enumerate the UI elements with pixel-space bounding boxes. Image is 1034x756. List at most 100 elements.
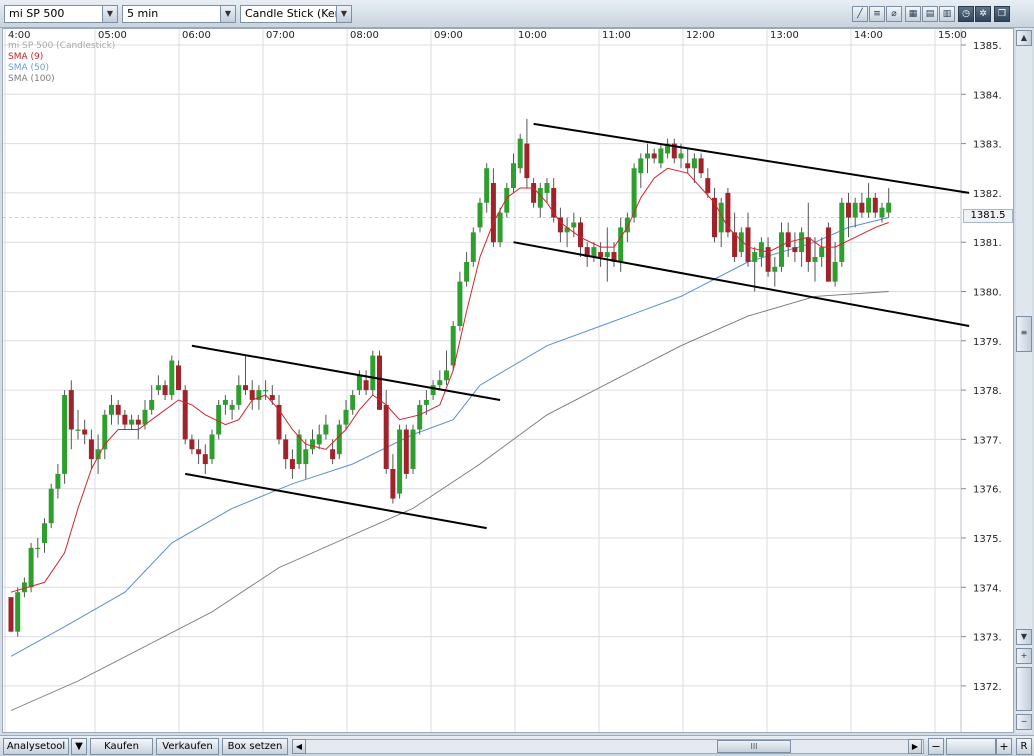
fibonacci-tool-icon[interactable]: ⌀ <box>886 6 902 22</box>
candle-body <box>403 429 409 474</box>
y-tick-label: 1381. <box>973 238 1002 249</box>
scroll-down-icon[interactable]: ▼ <box>1016 629 1032 645</box>
candle-body <box>249 390 255 400</box>
y-tick-label: 1372. <box>973 682 1002 693</box>
buy-button[interactable]: Kaufen <box>90 738 153 755</box>
candlestick-chart[interactable]: 1372. 1373. 1374. 1375. 1376. 1377. 1378. 1379.… <box>3 29 1013 732</box>
candle-body <box>62 395 68 474</box>
chart-style-select[interactable]: Candle Stick (Kerze ▼ <box>240 5 352 23</box>
channel-tool-icon[interactable]: ≡ <box>869 6 885 22</box>
legend-sma9: SMA (9) <box>8 52 44 62</box>
x-tick-label: 10:00 <box>518 30 547 41</box>
candle-body <box>832 261 838 282</box>
chevron-down-icon[interactable]: ▼ <box>71 738 87 755</box>
x-tick-label: 07:00 <box>266 30 295 41</box>
candle-body <box>169 360 175 396</box>
symbol-value: mi SP 500 <box>9 7 65 20</box>
vertical-scrollbar[interactable]: ▲ ≡ ▼ + − <box>1016 28 1032 733</box>
analysis-tool-button[interactable]: Analysetool <box>3 738 69 755</box>
candle-body <box>222 399 228 405</box>
candle-body <box>618 227 624 262</box>
chart-area[interactable]: 1372. 1373. 1374. 1375. 1376. 1377. 1378. 1379.… <box>2 28 1014 733</box>
grid-layout-icon[interactable]: ▦ <box>905 6 921 22</box>
scroll-left-icon[interactable]: ◀ <box>292 739 306 754</box>
candle-body <box>651 153 657 159</box>
sell-button[interactable]: Verkaufen <box>156 738 219 755</box>
horizontal-scroll-thumb[interactable]: III <box>717 740 791 753</box>
zoom-out-time-icon[interactable]: − <box>928 738 944 755</box>
candle-body <box>122 414 128 425</box>
candle-body <box>497 212 503 243</box>
candle-body <box>745 227 751 262</box>
candle-body <box>423 399 429 405</box>
candle-body <box>578 222 583 248</box>
zoom-in-icon[interactable]: + <box>1016 648 1032 664</box>
candle-body <box>189 439 195 450</box>
candle-body <box>176 365 181 391</box>
zoom-slider[interactable] <box>1016 667 1032 711</box>
candle-body <box>444 370 449 381</box>
candle-body <box>859 202 865 213</box>
candle-body <box>517 138 523 169</box>
scroll-thumb[interactable]: ≡ <box>1016 316 1032 352</box>
candle-body <box>819 247 825 257</box>
time-zoom-slider[interactable] <box>946 738 996 755</box>
grid-layout-3-icon[interactable]: ▥ <box>939 6 955 22</box>
chevron-down-icon[interactable]: ▼ <box>102 6 117 22</box>
candle-body <box>457 281 463 327</box>
y-tick-label: 1378. <box>973 386 1002 397</box>
zoom-out-icon[interactable]: − <box>1016 714 1032 730</box>
candle-body <box>142 409 148 425</box>
symbol-select[interactable]: mi SP 500 ▼ <box>4 5 118 23</box>
set-box-button[interactable]: Box setzen <box>222 738 288 755</box>
x-tick-label: 12:00 <box>686 30 715 41</box>
trendline-tool-icon[interactable]: ╱ <box>852 6 868 22</box>
interval-value: 5 min <box>127 7 159 20</box>
candle-body <box>196 449 202 455</box>
chevron-down-icon[interactable]: ▼ <box>220 6 235 22</box>
x-tick-label: 06:00 <box>182 30 211 41</box>
candle-body <box>269 395 275 400</box>
scroll-up-icon[interactable]: ▲ <box>1016 30 1032 46</box>
zoom-in-time-icon[interactable]: + <box>996 738 1012 755</box>
candle-body <box>28 547 34 588</box>
candle-body <box>149 399 155 410</box>
y-tick-label: 1382. <box>973 189 1002 200</box>
clock-icon[interactable]: ◷ <box>958 6 974 22</box>
chevron-down-icon[interactable]: ▼ <box>336 6 351 22</box>
candle-body <box>484 168 490 203</box>
candle-body <box>115 404 121 415</box>
candle-body <box>135 419 141 425</box>
candle-body <box>390 468 396 499</box>
candle-body <box>638 158 644 174</box>
candle-body <box>155 385 161 391</box>
interval-select[interactable]: 5 min ▼ <box>122 5 236 23</box>
candle-body <box>350 395 356 410</box>
horizontal-scrollbar[interactable]: ◀ III ▶ <box>292 739 924 754</box>
detach-window-icon[interactable]: ❐ <box>994 6 1010 22</box>
y-tick-label: 1384. <box>973 90 1002 101</box>
candle-body <box>410 429 416 469</box>
candle-body <box>598 252 604 257</box>
scroll-right-icon[interactable]: ▶ <box>908 739 922 754</box>
reset-button[interactable]: R <box>1016 738 1032 755</box>
candle-body <box>75 429 81 431</box>
candle-body <box>323 424 329 435</box>
bottom-bar: Analysetool ▼ Kaufen Verkaufen Box setze… <box>0 735 1034 756</box>
candle-body <box>363 380 369 391</box>
candle-body <box>35 547 41 550</box>
candle-body <box>866 197 872 213</box>
settings-icon[interactable]: ✲ <box>975 6 991 22</box>
candle-body <box>383 404 389 469</box>
x-tick-label: 13:00 <box>770 30 799 41</box>
candle-body <box>705 178 711 193</box>
candle-body <box>356 375 362 391</box>
candle-body <box>785 232 791 248</box>
x-tick-label: 09:00 <box>434 30 463 41</box>
candle-body <box>450 326 456 366</box>
y-tick-label: 1375. <box>973 534 1002 545</box>
candle-body <box>886 202 892 213</box>
candle-body <box>872 197 878 213</box>
candle-body <box>82 429 88 435</box>
grid-layout-2-icon[interactable]: ▤ <box>922 6 938 22</box>
